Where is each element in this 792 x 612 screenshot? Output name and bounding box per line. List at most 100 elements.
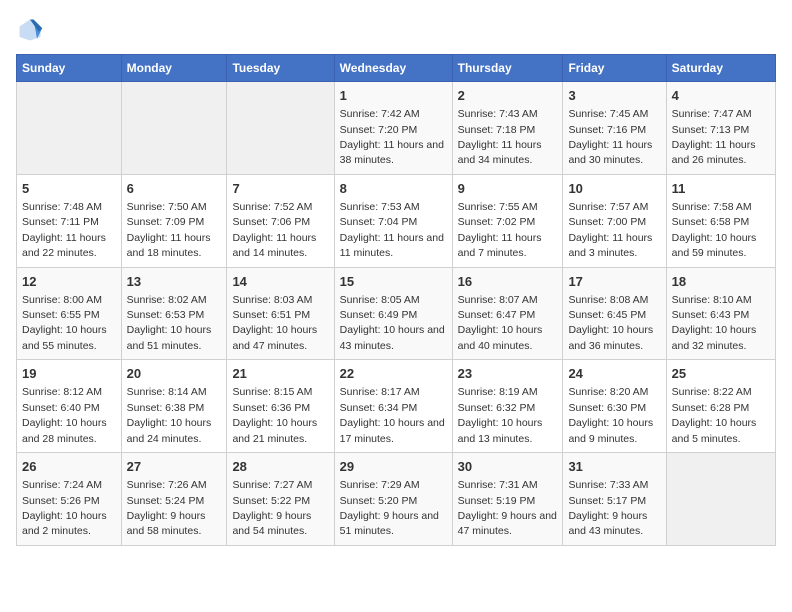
page-header: [16, 16, 776, 44]
sunset-info: Sunset: 7:04 PM: [340, 216, 418, 228]
sunset-info: Sunset: 5:24 PM: [127, 495, 205, 507]
daylight-info: Daylight: 10 hours and 59 minutes.: [672, 232, 757, 259]
daylight-info: Daylight: 9 hours and 51 minutes.: [340, 510, 439, 537]
weekday-header-monday: Monday: [121, 55, 227, 82]
sunrise-info: Sunrise: 8:05 AM: [340, 294, 420, 306]
sunset-info: Sunset: 6:58 PM: [672, 216, 750, 228]
sunset-info: Sunset: 5:26 PM: [22, 495, 100, 507]
weekday-header-row: SundayMondayTuesdayWednesdayThursdayFrid…: [17, 55, 776, 82]
day-number: 12: [22, 273, 116, 291]
daylight-info: Daylight: 11 hours and 11 minutes.: [340, 232, 444, 259]
sunrise-info: Sunrise: 8:12 AM: [22, 386, 102, 398]
sunset-info: Sunset: 5:22 PM: [232, 495, 310, 507]
sunrise-info: Sunrise: 8:15 AM: [232, 386, 312, 398]
calendar-week-5: 26Sunrise: 7:24 AMSunset: 5:26 PMDayligh…: [17, 453, 776, 546]
sunrise-info: Sunrise: 7:43 AM: [458, 108, 538, 120]
day-number: 22: [340, 365, 447, 383]
weekday-header-friday: Friday: [563, 55, 666, 82]
day-number: 15: [340, 273, 447, 291]
daylight-info: Daylight: 11 hours and 22 minutes.: [22, 232, 106, 259]
calendar-cell: 1Sunrise: 7:42 AMSunset: 7:20 PMDaylight…: [334, 82, 452, 175]
sunrise-info: Sunrise: 8:20 AM: [568, 386, 648, 398]
sunset-info: Sunset: 6:55 PM: [22, 309, 100, 321]
sunrise-info: Sunrise: 8:17 AM: [340, 386, 420, 398]
sunset-info: Sunset: 6:32 PM: [458, 402, 536, 414]
sunrise-info: Sunrise: 7:33 AM: [568, 479, 648, 491]
calendar-cell: 6Sunrise: 7:50 AMSunset: 7:09 PMDaylight…: [121, 174, 227, 267]
day-number: 13: [127, 273, 222, 291]
sunset-info: Sunset: 7:06 PM: [232, 216, 310, 228]
calendar-cell: 4Sunrise: 7:47 AMSunset: 7:13 PMDaylight…: [666, 82, 775, 175]
calendar-body: 1Sunrise: 7:42 AMSunset: 7:20 PMDaylight…: [17, 82, 776, 546]
logo-icon: [16, 16, 44, 44]
calendar-week-4: 19 Sunrise: 8:12 AM Sunset: 6:40 PM Dayligh…: [17, 360, 776, 453]
daylight-info: Daylight: 10 hours and 24 minutes.: [127, 417, 212, 444]
weekday-header-sunday: Sunday: [17, 55, 122, 82]
sunset-info: Sunset: 5:20 PM: [340, 495, 418, 507]
sunset-info: Sunset: 6:36 PM: [232, 402, 310, 414]
sunrise-info: Sunrise: 7:27 AM: [232, 479, 312, 491]
weekday-header-saturday: Saturday: [666, 55, 775, 82]
day-number: 31: [568, 458, 660, 476]
day-number: 14: [232, 273, 328, 291]
calendar-cell: 28Sunrise: 7:27 AMSunset: 5:22 PMDayligh…: [227, 453, 334, 546]
sunset-info: Sunset: 7:20 PM: [340, 124, 418, 136]
sunrise-info: Sunrise: 7:24 AM: [22, 479, 102, 491]
calendar-cell: 5Sunrise: 7:48 AMSunset: 7:11 PMDaylight…: [17, 174, 122, 267]
calendar-cell: 11Sunrise: 7:58 AMSunset: 6:58 PMDayligh…: [666, 174, 775, 267]
sunrise-info: Sunrise: 7:57 AM: [568, 201, 648, 213]
day-number: 7: [232, 180, 328, 198]
sunset-info: Sunset: 7:13 PM: [672, 124, 750, 136]
daylight-info: Daylight: 10 hours and 36 minutes.: [568, 324, 653, 351]
calendar-cell: 14Sunrise: 8:03 AMSunset: 6:51 PMDayligh…: [227, 267, 334, 360]
daylight-info: Daylight: 10 hours and 40 minutes.: [458, 324, 543, 351]
sunset-info: Sunset: 6:38 PM: [127, 402, 205, 414]
calendar-cell: 25Sunrise: 8:22 AMSunset: 6:28 PMDayligh…: [666, 360, 775, 453]
day-number: 20: [127, 365, 222, 383]
day-number: 10: [568, 180, 660, 198]
sunrise-info: Sunrise: 7:47 AM: [672, 108, 752, 120]
calendar-cell: 21 Sunrise: 8:15 AM Sunset: 6:36 PM Dayligh…: [227, 360, 334, 453]
daylight-info: Daylight: 10 hours and 17 minutes.: [340, 417, 445, 444]
sunset-info: Sunset: 6:28 PM: [672, 402, 750, 414]
calendar-table: SundayMondayTuesdayWednesdayThursdayFrid…: [16, 54, 776, 546]
day-number: 16: [458, 273, 558, 291]
sunrise-info: Sunrise: 8:19 AM: [458, 386, 538, 398]
day-number: 21: [232, 365, 328, 383]
daylight-info: Daylight: 10 hours and 2 minutes.: [22, 510, 107, 537]
logo: [16, 16, 48, 44]
calendar-cell: 18Sunrise: 8:10 AMSunset: 6:43 PMDayligh…: [666, 267, 775, 360]
day-number: 11: [672, 180, 770, 198]
calendar-cell: 17Sunrise: 8:08 AMSunset: 6:45 PMDayligh…: [563, 267, 666, 360]
day-number: 6: [127, 180, 222, 198]
sunrise-info: Sunrise: 7:42 AM: [340, 108, 420, 120]
day-number: 3: [568, 87, 660, 105]
calendar-cell: 3Sunrise: 7:45 AMSunset: 7:16 PMDaylight…: [563, 82, 666, 175]
daylight-info: Daylight: 11 hours and 14 minutes.: [232, 232, 316, 259]
sunrise-info: Sunrise: 7:55 AM: [458, 201, 538, 213]
sunset-info: Sunset: 6:34 PM: [340, 402, 418, 414]
day-number: 5: [22, 180, 116, 198]
daylight-info: Daylight: 10 hours and 21 minutes.: [232, 417, 317, 444]
sunrise-info: Sunrise: 7:53 AM: [340, 201, 420, 213]
sunrise-info: Sunrise: 8:22 AM: [672, 386, 752, 398]
sunset-info: Sunset: 6:49 PM: [340, 309, 418, 321]
calendar-cell: 26Sunrise: 7:24 AMSunset: 5:26 PMDayligh…: [17, 453, 122, 546]
day-number: 2: [458, 87, 558, 105]
day-number: 19: [22, 365, 116, 383]
calendar-cell: 15 Sunrise: 8:05 AM Sunset: 6:49 PM Dayligh…: [334, 267, 452, 360]
daylight-info: Daylight: 10 hours and 5 minutes.: [672, 417, 757, 444]
calendar-cell: [227, 82, 334, 175]
sunrise-info: Sunrise: 7:45 AM: [568, 108, 648, 120]
calendar-cell: 7Sunrise: 7:52 AMSunset: 7:06 PMDaylight…: [227, 174, 334, 267]
sunset-info: Sunset: 6:40 PM: [22, 402, 100, 414]
calendar-cell: 16Sunrise: 8:07 AMSunset: 6:47 PMDayligh…: [452, 267, 563, 360]
day-number: 24: [568, 365, 660, 383]
calendar-cell: 19Sunrise: 8:12 AMSunset: 6:40 PMDayligh…: [17, 360, 122, 453]
daylight-info: Daylight: 11 hours and 38 minutes.: [340, 139, 444, 166]
daylight-info: Daylight: 10 hours and 43 minutes.: [340, 324, 445, 351]
day-number: 27: [127, 458, 222, 476]
sunrise-info: Sunrise: 7:50 AM: [127, 201, 207, 213]
sunset-info: Sunset: 7:09 PM: [127, 216, 205, 228]
sunrise-info: Sunrise: 7:48 AM: [22, 201, 102, 213]
